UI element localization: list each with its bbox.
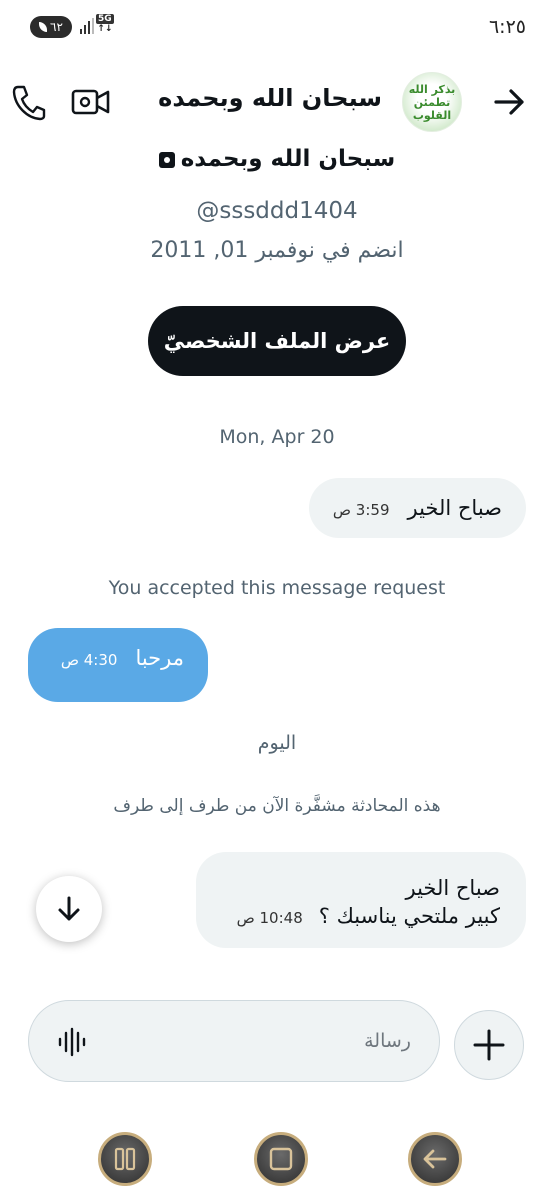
message-time: 3:59 ص: [332, 501, 390, 519]
lock-icon: [158, 151, 175, 168]
signal-strength-icon: [80, 18, 94, 34]
message-bubble-sent[interactable]: مرحبا 4:30 ص: [28, 628, 208, 702]
plus-icon: [473, 1029, 505, 1061]
message-text-line1: صباح الخير: [405, 876, 500, 900]
voice-message-button[interactable]: [57, 1027, 87, 1057]
avatar-text-line1: بذكر الله: [408, 82, 456, 96]
battery-level: ٦٢: [50, 20, 63, 34]
date-separator: Mon, Apr 20: [219, 426, 335, 448]
back-button[interactable]: [492, 84, 528, 120]
request-accepted-notice: You accepted this message request: [108, 577, 446, 599]
chat-title[interactable]: سبحان الله وبحمده: [158, 84, 382, 112]
encryption-notice: هذه المحادثة مشفَّرة الآن من طرف إلى طرف: [113, 796, 441, 816]
recent-apps-button[interactable]: [98, 1132, 152, 1186]
profile-joined-date: انضم في نوفمبر 01, 2011: [150, 238, 404, 263]
message-time: 4:30 ص: [60, 651, 118, 669]
profile-name-text: سبحان الله وبحمده: [180, 146, 396, 172]
message-text: صباح الخير: [407, 496, 502, 520]
network-type: 5G: [96, 14, 114, 24]
audio-waveform-icon: [58, 1027, 86, 1057]
pause-icon: [114, 1147, 136, 1171]
arrow-down-icon: [58, 896, 80, 921]
status-time: ٦:٢٥: [488, 16, 526, 38]
phone-icon: [12, 85, 46, 121]
add-attachment-button[interactable]: [454, 1010, 524, 1080]
scroll-to-bottom-button[interactable]: [36, 876, 102, 942]
avatar-text-line2: تطمئن القلوب: [412, 95, 452, 122]
battery-saver-icon: [39, 22, 48, 32]
battery-indicator: ٦٢: [30, 16, 72, 38]
home-button[interactable]: [254, 1132, 308, 1186]
message-text-line2: كبير ملتحي يناسبك ؟: [318, 904, 500, 928]
arrow-right-icon: [494, 89, 524, 115]
message-bubble-received[interactable]: صباح الخير كبير ملتحي يناسبك ؟ 10:48 ص: [196, 852, 526, 948]
arrow-left-icon: [423, 1149, 447, 1169]
date-separator-today: اليوم: [257, 732, 297, 754]
network-indicator: 5G ↑↓: [96, 14, 114, 34]
avatar[interactable]: بذكر الله تطمئن القلوب: [402, 72, 462, 132]
message-bubble-received[interactable]: صباح الخير 3:59 ص: [308, 478, 526, 538]
profile-handle: @sssddd1404: [196, 198, 358, 224]
profile-name: سبحان الله وبحمده: [0, 146, 554, 172]
video-call-button[interactable]: [70, 82, 112, 122]
message-composer: [28, 1000, 440, 1082]
message-time: 10:48 ص: [236, 909, 303, 927]
message-text: مرحبا: [135, 646, 184, 670]
video-camera-icon: [71, 89, 110, 115]
message-input[interactable]: [111, 1023, 411, 1059]
voice-call-button[interactable]: [10, 82, 46, 122]
square-icon: [269, 1147, 293, 1171]
view-profile-button[interactable]: عرض الملف الشخصيّ: [148, 306, 406, 376]
system-back-button[interactable]: [408, 1132, 462, 1186]
